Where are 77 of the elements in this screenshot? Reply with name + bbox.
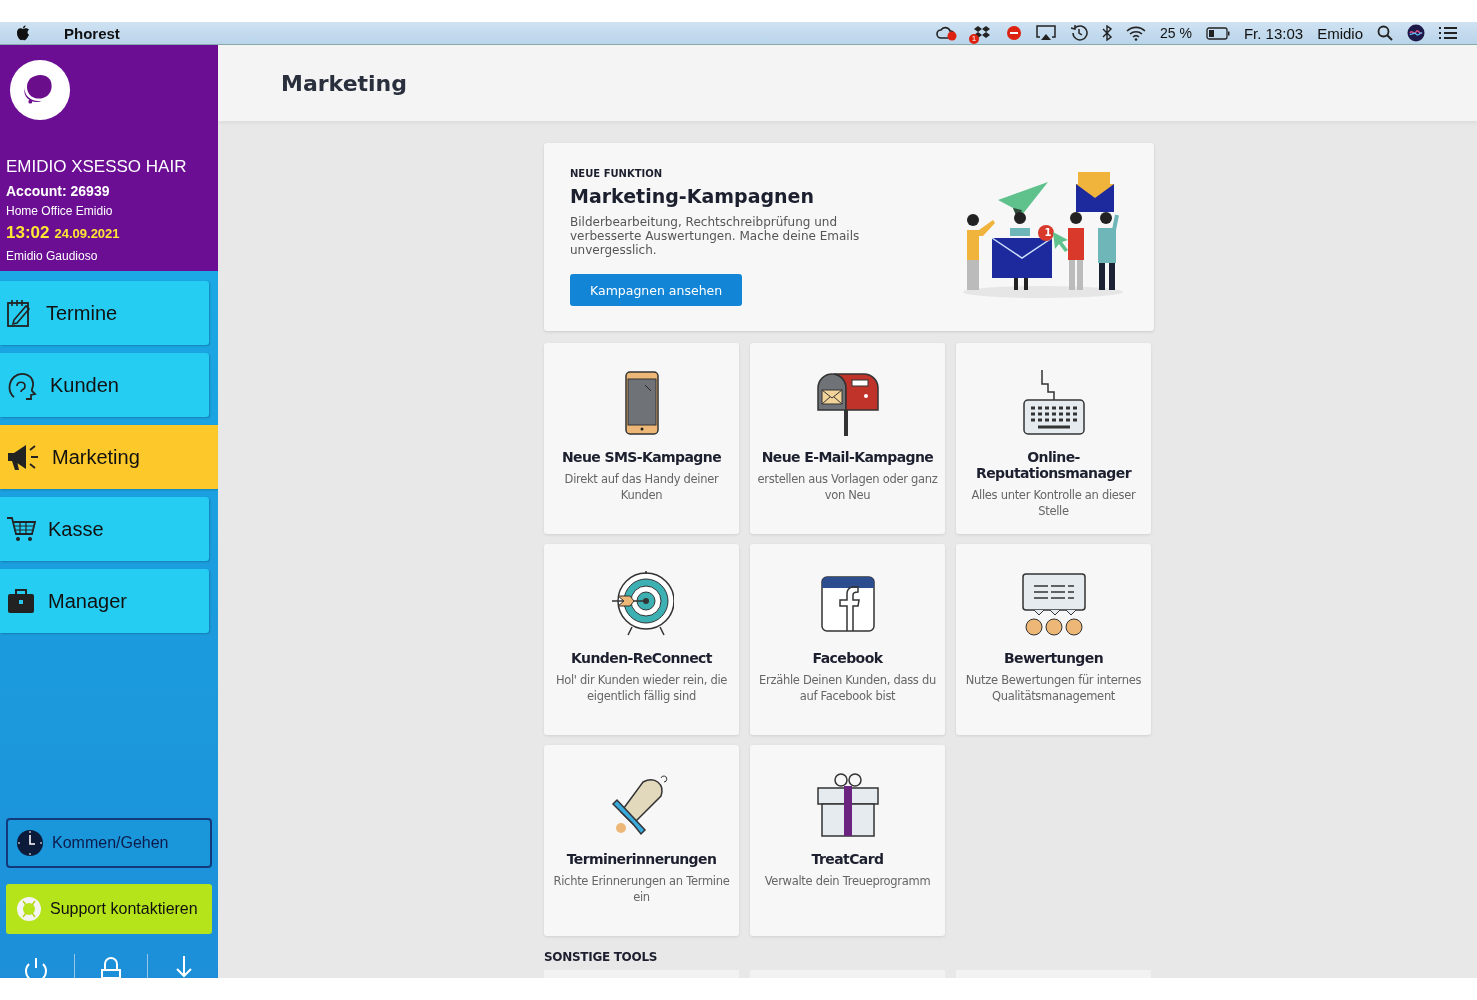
nav-item[interactable]: Kunden: [0, 353, 209, 417]
campaigns-button[interactable]: Kampagnen ansehen: [570, 274, 743, 306]
tile-title: Neue SMS-Kampagne: [561, 449, 722, 465]
airplay-icon[interactable]: [1036, 25, 1056, 41]
tile-title: Facebook: [812, 650, 883, 666]
tile-description: Direkt auf das Handy deiner Kunden: [563, 471, 720, 503]
current-date: 24.09.2021: [54, 226, 120, 241]
facebook-icon: [820, 576, 875, 632]
nav-item[interactable]: Termine: [0, 281, 209, 345]
tile-title: Online-Reputationsmanager: [975, 449, 1133, 481]
tile-title: Bewertungen: [1004, 650, 1103, 666]
briefcase-icon: [6, 587, 36, 615]
staff-name: Emidio Gaudioso: [6, 249, 99, 263]
location-name: Home Office Emidio: [6, 204, 114, 218]
list-icon[interactable]: [1439, 26, 1457, 40]
tile-title: TreatCard: [811, 851, 884, 867]
tile-description: Verwalte dein Treueprogramm: [764, 873, 931, 889]
menubar-clock[interactable]: Fr. 13:03: [1243, 24, 1304, 42]
section-heading: SONSTIGE TOOLS: [544, 950, 659, 964]
tool-tile[interactable]: Neue E-Mail-Kampagne erstellen aus Vorlagen oder ganz von Neu: [750, 343, 945, 534]
business-name: EMIDIO XSESSO HAIR: [6, 157, 188, 177]
tile-title: Kunden-ReConnect: [571, 650, 712, 666]
target-icon: [609, 571, 674, 637]
stop-icon[interactable]: [1006, 25, 1022, 41]
tool-tile[interactable]: Online-Reputationsmanager Alles unter Kontrolle an dieser Stelle: [956, 343, 1151, 534]
tile-description: Richte Erinnerungen an Termine ein: [552, 873, 731, 905]
user-name[interactable]: Emidio: [1317, 24, 1363, 42]
tile-description: Erzähle Deinen Kunden, dass du auf Facebook bist: [758, 672, 937, 704]
logo-icon: [8, 59, 72, 121]
tile-title: Neue E-Mail-Kampagne: [761, 449, 934, 465]
nav-item[interactable]: Manager: [0, 569, 209, 633]
feature-eyebrow: NEUE FUNKTION: [570, 168, 664, 179]
head-icon: [6, 370, 38, 400]
feature-text: Bilderbearbeitung, Rechtschreibprüfung und verbesserte Auswertungen. Mache deine Emails unvergesslich.: [570, 215, 861, 257]
tool-tile[interactable]: Terminerinnerungen Richte Erinnerungen an Termine ein: [544, 745, 739, 936]
support-button[interactable]: Support kontaktieren: [6, 884, 212, 934]
nav-item[interactable]: Kasse: [0, 497, 209, 561]
app-name[interactable]: Phorest: [64, 24, 120, 42]
cart-icon: [6, 515, 36, 543]
mailbox-icon: [815, 370, 880, 436]
dropbox-icon[interactable]: [972, 25, 992, 41]
phone-icon: [624, 371, 659, 435]
tool-tile[interactable]: TreatCard Verwalte dein Treueprogramm: [750, 745, 945, 936]
power-icon[interactable]: [22, 956, 50, 978]
tile-description: Nutze Bewertungen für internes Qualitätsmanagement: [964, 672, 1143, 704]
lock-icon[interactable]: [99, 956, 123, 978]
tile-title: Terminerinnerungen: [566, 851, 717, 867]
tool-tile[interactable]: Facebook Erzähle Deinen Kunden, dass du auf Facebook bist: [750, 544, 945, 735]
clock-in-button[interactable]: Kommen/Gehen: [6, 818, 212, 868]
tool-tile[interactable]: Kunden-ReConnect Hol' dir Kunden wieder rein, die eigentlich fällig sind: [544, 544, 739, 735]
speech-bubble-people-icon: [1021, 572, 1086, 636]
clock-icon: [16, 829, 44, 857]
wifi-icon[interactable]: [1126, 25, 1146, 41]
battery-percent[interactable]: 25 %: [1160, 25, 1192, 41]
badge-number: 1: [1043, 227, 1053, 238]
tool-tile[interactable]: Neue SMS-Kampagne Direkt auf das Handy deiner Kunden: [544, 343, 739, 534]
siri-icon[interactable]: [1407, 24, 1425, 42]
megaphone-icon: [6, 442, 40, 472]
notification-badge: 1: [969, 34, 979, 44]
cloud-icon[interactable]: [936, 25, 958, 41]
nav-item[interactable]: Marketing: [0, 425, 218, 489]
tile-description: Alles unter Kontrolle an dieser Stelle: [970, 487, 1137, 519]
gift-icon: [815, 772, 880, 838]
account-number: Account: 26939: [6, 183, 111, 199]
feature-title: Marketing-Kampagnen: [570, 185, 816, 207]
apple-logo-icon[interactable]: [16, 25, 30, 41]
search-icon[interactable]: [1377, 25, 1393, 41]
tool-tile[interactable]: Bewertungen Nutze Bewertungen für internes Qualitätsmanagement: [956, 544, 1151, 735]
keyboard-icon: [1021, 370, 1086, 436]
history-icon[interactable]: [1070, 24, 1088, 42]
battery-icon[interactable]: [1205, 26, 1230, 40]
current-time: 13:02: [6, 223, 50, 243]
lifebuoy-icon: [16, 896, 42, 922]
tile-description: erstellen aus Vorlagen oder ganz von Neu: [756, 471, 939, 503]
page-title: Marketing: [281, 70, 408, 96]
bluetooth-icon[interactable]: [1102, 25, 1112, 41]
tile-description: Hol' dir Kunden wieder rein, die eigentlich fällig sind: [554, 672, 729, 704]
